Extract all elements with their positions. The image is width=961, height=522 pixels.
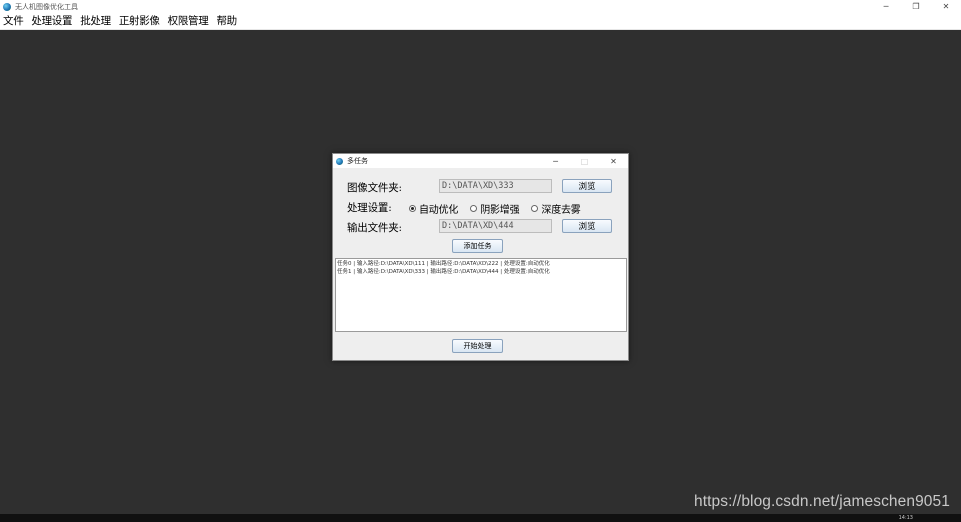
window-title: 无人机图像优化工具 [15,2,78,11]
radio-label: 自动优化 [419,205,459,216]
menu-processing-settings[interactable]: 处理设置 [31,13,72,30]
radio-auto-optimize[interactable]: 自动优化 [409,201,458,216]
radio-shadow-enhance[interactable]: 阴影增强 [470,201,520,216]
radio-unchecked-icon [470,205,478,212]
dialog-minimize-icon[interactable]: ─ [541,154,570,168]
list-item: 任务0 | 输入路径:D:\DATA\XD\111 | 输出路径:D:\DATA… [337,261,550,267]
radio-unchecked-icon [531,205,539,212]
radio-label: 深度去雾 [541,205,581,216]
dialog-maximize-icon: □ [580,156,589,166]
menu-bar: 文件 处理设置 批处理 正射影像 权限管理 帮助 [0,13,961,30]
image-folder-label: 图像文件夹: [347,182,402,194]
dialog-title: 多任务 [347,157,368,165]
settings-label: 处理设置: [347,202,392,214]
list-item: 任务1 | 输入路径:D:\DATA\XD\333 | 输出路径:D:\DATA… [337,269,550,275]
minimize-icon[interactable]: ─ [871,0,901,13]
menu-help[interactable]: 帮助 [216,13,237,30]
image-folder-field[interactable]: D:\DATA\XD\333 [439,179,552,193]
taskbar: 14:13 [0,514,961,522]
settings-radio-group: 自动优化 阴影增强 深度去雾 [409,201,593,216]
dialog-controls: ─ □ ✕ [541,154,628,168]
restore-icon[interactable]: ❐ [901,0,931,13]
image-folder-browse-button[interactable]: 浏览 [562,179,612,193]
dialog-titlebar[interactable]: 多任务 ─ □ ✕ [333,154,628,168]
output-folder-label: 输出文件夹: [347,222,402,234]
window-titlebar: 无人机图像优化工具 ─ ❐ ✕ [0,0,961,13]
output-folder-field[interactable]: D:\DATA\XD\444 [439,219,552,233]
radio-deep-dehaze[interactable]: 深度去雾 [531,201,581,216]
taskbar-clock: 14:13 [898,515,913,521]
menu-batch[interactable]: 批处理 [80,13,111,30]
close-icon[interactable]: ✕ [931,0,961,13]
start-processing-button[interactable]: 开始处理 [452,339,503,353]
radio-checked-icon [409,205,416,212]
add-task-button[interactable]: 添加任务 [452,239,503,253]
window-controls: ─ ❐ ✕ [871,0,961,13]
menu-file[interactable]: 文件 [3,13,24,30]
app-globe-icon [3,2,11,11]
dialog-close-icon[interactable]: ✕ [599,154,628,168]
menu-permissions[interactable]: 权限管理 [168,13,209,30]
radio-label: 阴影增强 [480,205,520,216]
dialog-globe-icon [336,157,343,165]
output-folder-browse-button[interactable]: 浏览 [562,219,612,233]
watermark: https://blog.csdn.net/jameschen9051 [694,493,950,510]
multi-task-dialog: 多任务 ─ □ ✕ 图像文件夹: D:\DATA\XD\333 浏览 处理设置:… [332,153,629,361]
menu-orthophoto[interactable]: 正射影像 [119,13,160,30]
task-list[interactable]: 任务0 | 输入路径:D:\DATA\XD\111 | 输出路径:D:\DATA… [335,258,627,332]
